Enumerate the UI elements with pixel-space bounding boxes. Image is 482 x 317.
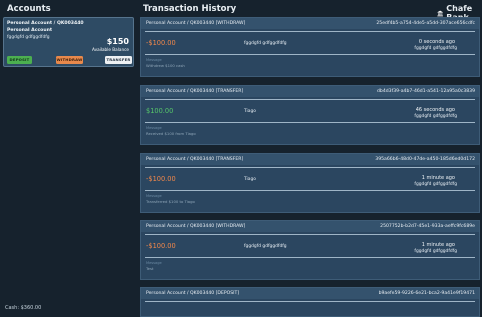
transaction-amount: -$100.00 xyxy=(146,175,176,183)
divider xyxy=(145,31,475,32)
transaction-message: Received $100 from Tiago xyxy=(146,131,196,136)
transaction-id: b9aefe59-9226-6e21-bca2-9a41e9f19471 xyxy=(378,291,475,296)
account-balance: $150 xyxy=(106,37,129,46)
transaction-counterparty: fggdgfd gdfggdfdfg xyxy=(244,41,287,46)
divider xyxy=(145,234,475,235)
message-label: Message xyxy=(146,261,162,265)
transaction-id: 2507752b-b2d7-45e1-933a-aeffc9fc689e xyxy=(380,224,475,229)
transaction-card[interactable]: Personal Account / QK003440 [WITHDRAW] 25… xyxy=(140,220,480,280)
transaction-message: Transferred $100 to Tiago xyxy=(146,199,195,204)
transaction-account: Personal Account / QK003440 [TRANSFER] xyxy=(146,157,244,162)
divider xyxy=(145,301,475,302)
transaction-account: Personal Account / QK003440 [WITHDRAW] xyxy=(146,224,246,229)
transaction-reference: fggdgfd gdfggdfdfg xyxy=(414,46,457,51)
transaction-counterparty: Tiago xyxy=(244,177,256,182)
transaction-account: Personal Account / QK003440 [TRANSFER] xyxy=(146,89,244,94)
accounts-title: Accounts xyxy=(7,4,51,14)
transaction-id: 395a66b6-48d0-47de-a450-185d6ed0d172 xyxy=(375,157,475,162)
transaction-card[interactable]: Personal Account / QK003440 [TRANSFER] db… xyxy=(140,85,480,145)
transaction-reference: fggdgfd gdfggdfdfg xyxy=(414,182,457,187)
message-label: Message xyxy=(146,58,162,62)
transaction-message: Test xyxy=(146,266,154,271)
account-name: Personal Account / QK003440 xyxy=(7,21,84,26)
divider xyxy=(145,122,475,123)
transaction-message: Withdrew $100 cash xyxy=(146,63,185,68)
transaction-counterparty: fggdgfd gdfggdfdfg xyxy=(244,244,287,249)
transaction-amount: -$100.00 xyxy=(146,242,176,250)
transaction-time: 1 minute ago xyxy=(421,242,455,248)
account-balance-label: Available Balance xyxy=(92,47,129,52)
history-title: Transaction History xyxy=(143,4,237,14)
divider xyxy=(145,167,475,168)
message-label: Message xyxy=(146,194,162,198)
transaction-account: Personal Account / QK003440 [WITHDRAW] xyxy=(146,21,246,26)
transaction-card[interactable]: Personal Account / QK003440 [WITHDRAW] 25… xyxy=(140,17,480,77)
message-label: Message xyxy=(146,126,162,130)
transaction-card[interactable]: Personal Account / QK003440 [DEPOSIT] b9a… xyxy=(140,287,480,317)
transaction-reference: fggdgfd gdfggdfdfg xyxy=(414,249,457,254)
divider xyxy=(145,190,475,191)
transfer-button[interactable]: TRANSFER xyxy=(105,56,132,64)
cash-amount: Cash: $360.00 xyxy=(5,305,42,311)
transaction-amount: $100.00 xyxy=(146,107,174,115)
transaction-time: 46 seconds ago xyxy=(415,107,455,113)
transaction-card[interactable]: Personal Account / QK003440 [TRANSFER] 39… xyxy=(140,153,480,213)
transaction-time: 1 minute ago xyxy=(421,175,455,181)
transaction-counterparty: Tiago xyxy=(244,109,256,114)
transaction-id: db4d3f39-a4b7-46d1-a541-12a95a0c3839 xyxy=(377,89,475,94)
transaction-reference: fggdgfd gdfggdfdfg xyxy=(414,114,457,119)
transaction-account: Personal Account / QK003440 [DEPOSIT] xyxy=(146,291,240,296)
account-id-code: fggdgfd gdfggdfdfg xyxy=(7,35,50,40)
deposit-button[interactable]: DEPOSIT xyxy=(7,56,32,64)
transaction-id: 25edf4b5-a754-4de5-a5dd-307ace656cdfc xyxy=(376,21,475,26)
transaction-amount: -$100.00 xyxy=(146,39,176,47)
account-card[interactable]: Personal Account / QK003440 Personal Acc… xyxy=(3,17,134,67)
divider xyxy=(145,99,475,100)
account-holder: Personal Account xyxy=(7,28,53,33)
withdraw-button[interactable]: WITHDRAW xyxy=(56,56,83,64)
transaction-time: 0 seconds ago xyxy=(418,39,455,45)
divider xyxy=(145,257,475,258)
divider xyxy=(145,54,475,55)
